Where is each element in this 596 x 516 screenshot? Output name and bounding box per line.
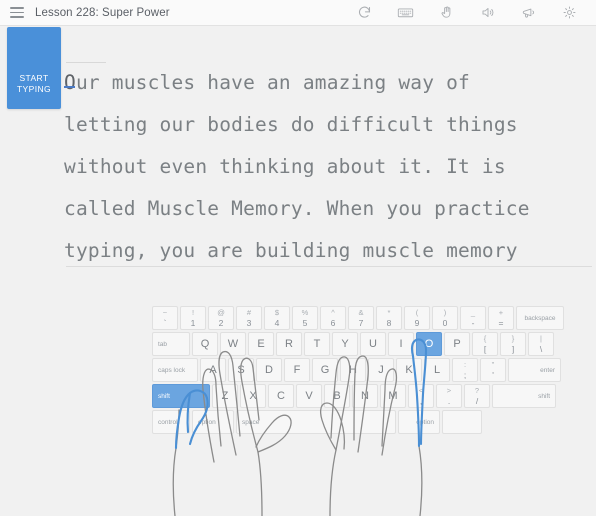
key-z[interactable]: Z [212, 384, 238, 408]
key-space[interactable]: space [236, 410, 396, 434]
lesson-text-line: Our muscles have an amazing way of [64, 62, 592, 104]
virtual-keyboard: ~ ` ! 1 @2 #3 $4 % 5 ^ 6 & 7 * 8 (9 ) 0 _ - + = b… [152, 306, 564, 436]
key-backspace[interactable]: backspace [516, 306, 564, 330]
lesson-text-line: called Muscle Memory. When you practice [64, 197, 530, 220]
keyboard-row-home: caps lock A S D F G H J K L :; " ' enter [152, 358, 561, 382]
key-5[interactable]: % 5 [292, 306, 318, 330]
key-minus[interactable]: _ - [460, 306, 486, 330]
key-p[interactable]: P [444, 332, 470, 356]
key-9[interactable]: (9 [404, 306, 430, 330]
key-o[interactable]: O [416, 332, 442, 356]
hand-icon[interactable] [426, 0, 467, 26]
key-n[interactable]: N [352, 384, 378, 408]
key-s[interactable]: S [228, 358, 254, 382]
lesson-text-line: without even thinking about it. It is [64, 155, 506, 178]
key-1[interactable]: ! 1 [180, 306, 206, 330]
key-enter[interactable]: enter [508, 358, 561, 382]
key-g[interactable]: G [312, 358, 338, 382]
key-m[interactable]: M [380, 384, 406, 408]
key-option-right[interactable]: option [398, 410, 440, 434]
key-option-left[interactable]: option [192, 410, 234, 434]
key-d[interactable]: D [256, 358, 282, 382]
key-7[interactable]: & 7 [348, 306, 374, 330]
header-toolbar [344, 0, 596, 26]
key-quote[interactable]: " ' [480, 358, 506, 382]
key-bracket-right[interactable]: }] [500, 332, 526, 356]
key-j[interactable]: J [368, 358, 394, 382]
key-3[interactable]: #3 [236, 306, 262, 330]
key-q[interactable]: Q [192, 332, 218, 356]
keyboard-row-bottom: shift Z X C V B N M <, >. ? / shift [152, 384, 556, 408]
start-button-line2: TYPING [16, 84, 52, 94]
start-typing-button[interactable]: START TYPING [7, 27, 61, 109]
key-0[interactable]: ) 0 [432, 306, 458, 330]
key-equals[interactable]: + = [488, 306, 514, 330]
key-x[interactable]: X [240, 384, 266, 408]
app-header: Lesson 228: Super Power [0, 0, 596, 26]
key-semicolon[interactable]: :; [452, 358, 478, 382]
key-k[interactable]: K [396, 358, 422, 382]
megaphone-icon[interactable] [508, 0, 549, 26]
key-control[interactable]: control [152, 410, 190, 434]
gear-icon[interactable] [549, 0, 590, 26]
key-backslash[interactable]: | \ [528, 332, 554, 356]
key-t[interactable]: T [304, 332, 330, 356]
typing-cursor-char: O [64, 71, 76, 94]
key-b[interactable]: B [324, 384, 350, 408]
key-shift-right[interactable]: shift [492, 384, 556, 408]
key-u[interactable]: U [360, 332, 386, 356]
key-blank[interactable] [442, 410, 482, 434]
key-r[interactable]: R [276, 332, 302, 356]
key-h[interactable]: H [340, 358, 366, 382]
restart-icon[interactable] [344, 0, 385, 26]
key-period[interactable]: >. [436, 384, 462, 408]
key-f[interactable]: F [284, 358, 310, 382]
hamburger-menu-icon[interactable] [4, 0, 30, 26]
key-l[interactable]: L [424, 358, 450, 382]
key-2[interactable]: @2 [208, 306, 234, 330]
lesson-text-pane[interactable]: Our muscles have an amazing way of letti… [64, 62, 592, 267]
key-i[interactable]: I [388, 332, 414, 356]
speaker-icon[interactable] [467, 0, 508, 26]
key-y[interactable]: Y [332, 332, 358, 356]
key-caps-lock[interactable]: caps lock [152, 358, 198, 382]
key-6[interactable]: ^ 6 [320, 306, 346, 330]
lesson-text-line: letting our bodies do difficult things [64, 113, 518, 136]
keyboard-row-modifiers: control option space option [152, 410, 544, 434]
keyboard-icon[interactable] [385, 0, 426, 26]
key-a[interactable]: A [200, 358, 226, 382]
text-bottom-rule [66, 266, 592, 267]
lesson-text-line-rest: ur muscles have an amazing way of [75, 71, 470, 94]
keyboard-row-qwerty: tab Q W E R T Y U I O P {[ }] | \ [152, 332, 554, 356]
keyboard-row-numbers: ~ ` ! 1 @2 #3 $4 % 5 ^ 6 & 7 * 8 (9 ) 0 _ - + = b… [152, 306, 564, 330]
key-backtick[interactable]: ~ ` [152, 306, 178, 330]
key-c[interactable]: C [268, 384, 294, 408]
key-4[interactable]: $4 [264, 306, 290, 330]
key-bracket-left[interactable]: {[ [472, 332, 498, 356]
start-button-line1: START [19, 73, 49, 83]
key-8[interactable]: * 8 [376, 306, 402, 330]
key-v[interactable]: V [296, 384, 322, 408]
key-comma[interactable]: <, [408, 384, 434, 408]
key-tab[interactable]: tab [152, 332, 190, 356]
key-w[interactable]: W [220, 332, 246, 356]
key-slash[interactable]: ? / [464, 384, 490, 408]
key-shift-left[interactable]: shift [152, 384, 210, 408]
page-title: Lesson 228: Super Power [35, 6, 170, 19]
typing-tutor-app: Lesson 228: Super Power START TYPING Our… [0, 0, 596, 516]
text-top-rule [66, 62, 106, 63]
key-e[interactable]: E [248, 332, 274, 356]
